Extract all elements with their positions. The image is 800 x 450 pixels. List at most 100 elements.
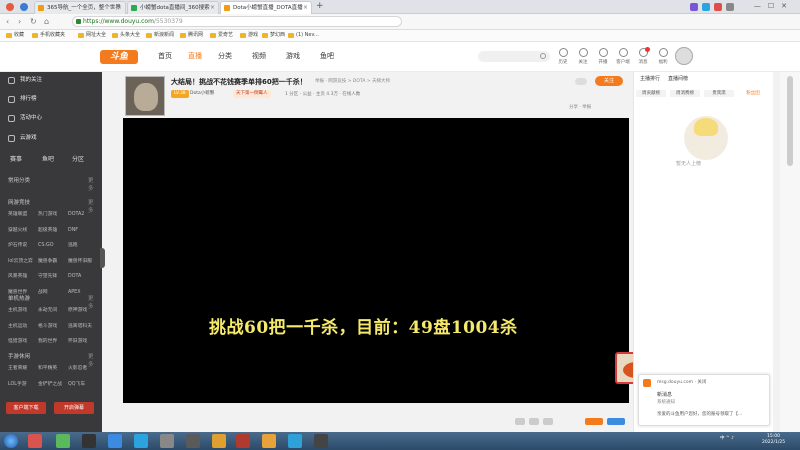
- bookmark-item[interactable]: 收藏: [6, 30, 24, 41]
- gift-icon[interactable]: [543, 418, 553, 425]
- video-player[interactable]: 挑战60把一千杀，目前：49盘1004杀 adie1116: [123, 118, 751, 403]
- category-link[interactable]: 火影忍者: [68, 362, 98, 376]
- category-link[interactable]: CS:GO: [38, 239, 68, 253]
- app-icon[interactable]: [160, 434, 174, 448]
- category-link[interactable]: lol云顶之弈: [8, 255, 38, 269]
- bag-button[interactable]: [607, 418, 625, 425]
- follow-button[interactable]: 关注: [595, 76, 623, 86]
- bookmark-item[interactable]: 爱奇艺: [210, 30, 233, 41]
- category-link[interactable]: LOL手游: [8, 378, 38, 392]
- sidebar-quick-match[interactable]: 赛事: [10, 154, 22, 163]
- category-link[interactable]: 魔兽争霸: [38, 255, 68, 269]
- anchor-name[interactable]: Dota小螃蟹: [187, 90, 217, 98]
- category-link[interactable]: DOTA2: [68, 208, 98, 222]
- app-icon[interactable]: [82, 434, 96, 448]
- category-link[interactable]: DNF: [68, 224, 98, 238]
- rank-subtab[interactable]: 粉丝团: [738, 90, 768, 97]
- category-link[interactable]: 和平精英: [38, 362, 68, 376]
- bookmark-item[interactable]: 梦幻西: [262, 30, 285, 41]
- taskbar-clock[interactable]: 15:00 2022/1/25: [762, 434, 785, 446]
- app-icon[interactable]: [56, 434, 70, 448]
- sidebar-common-header[interactable]: 常用分类 更多: [8, 176, 94, 192]
- nav-home[interactable]: 首页: [158, 51, 172, 61]
- category-link[interactable]: 守望先锋: [38, 270, 68, 284]
- room-category-links[interactable]: 举报 · 网游竞技 > DOTA > 天梯大师: [315, 78, 390, 84]
- sidebar-item-ranking[interactable]: 排行榜: [8, 95, 37, 104]
- category-link[interactable]: 逃离塔科夫: [68, 320, 98, 334]
- category-link[interactable]: 格斗游戏: [38, 320, 68, 334]
- new-tab-button[interactable]: +: [316, 0, 324, 13]
- start-button[interactable]: [4, 434, 18, 448]
- sidebar-more-link[interactable]: 更多: [88, 176, 94, 192]
- extension-icon[interactable]: [726, 3, 734, 11]
- rank-subtab[interactable]: 贵宾席: [704, 90, 734, 97]
- category-link[interactable]: 主机游戏: [8, 304, 38, 318]
- notification-close[interactable]: 关闭: [697, 380, 706, 385]
- bookmark-item[interactable]: 网址大全: [78, 30, 106, 41]
- extension-icon[interactable]: [714, 3, 722, 11]
- category-link[interactable]: 主机运动: [8, 320, 38, 334]
- back-icon[interactable]: ‹: [6, 16, 9, 27]
- extension-icon[interactable]: [702, 3, 710, 11]
- header-gift[interactable]: 福利: [650, 48, 676, 68]
- gift-icon[interactable]: [529, 418, 539, 425]
- room-tools[interactable]: 分享 · 举报: [569, 104, 591, 110]
- extension-icon[interactable]: [690, 3, 698, 11]
- category-link[interactable]: DOTA: [68, 270, 98, 284]
- category-link[interactable]: 我的世界: [38, 335, 68, 349]
- sidebar-item-activity[interactable]: 活动中心: [8, 114, 42, 123]
- browser-notification[interactable]: msg.douyu.com · 关闭 新消息 系统通知 亲爱的斗鱼用户您好，您的…: [638, 374, 770, 426]
- bookmark-item[interactable]: 新浪新闻: [146, 30, 174, 41]
- app-icon[interactable]: [288, 434, 302, 448]
- scrollbar-thumb[interactable]: [787, 76, 793, 166]
- nav-live[interactable]: 直播: [188, 51, 202, 61]
- forward-icon[interactable]: ›: [18, 16, 21, 27]
- category-link[interactable]: QQ飞车: [68, 378, 98, 392]
- search-input[interactable]: [478, 51, 550, 62]
- tab-close-icon[interactable]: ×: [210, 2, 215, 14]
- category-link[interactable]: 永劫无间: [38, 304, 68, 318]
- sidebar-item-cloud-game[interactable]: 云游戏: [8, 134, 37, 143]
- rank-tab[interactable]: 主播排行: [640, 76, 660, 82]
- category-link[interactable]: 怀旧游戏: [68, 335, 98, 349]
- gift-icon[interactable]: [515, 418, 525, 425]
- download-client-button[interactable]: 客户端下载: [6, 402, 46, 414]
- bookmark-item[interactable]: 头条大全: [112, 30, 140, 41]
- tab-close-icon[interactable]: ×: [303, 2, 308, 14]
- user-avatar[interactable]: [675, 47, 693, 65]
- category-link[interactable]: 英雄联盟: [8, 208, 38, 222]
- app-icon[interactable]: [262, 434, 276, 448]
- url-field[interactable]: https://www.douyu.com/5530379: [72, 16, 402, 27]
- category-link[interactable]: 炉石传说: [8, 239, 38, 253]
- sidebar-collapse-handle[interactable]: [100, 248, 105, 268]
- nav-video[interactable]: 视频: [252, 51, 266, 61]
- sidebar-item-follow[interactable]: 我的关注: [8, 76, 42, 85]
- page-scrollbar[interactable]: [780, 72, 800, 432]
- app-icon[interactable]: [212, 434, 226, 448]
- rank-tab[interactable]: 直播间榜: [668, 76, 688, 82]
- bookmark-item[interactable]: 腾讯网: [180, 30, 203, 41]
- browser-tab-2[interactable]: 小螃蟹dota直播间_360搜索 ×: [127, 1, 219, 14]
- anchor-avatar[interactable]: [125, 76, 165, 116]
- app-icon[interactable]: [108, 434, 122, 448]
- browser-menu-icon[interactable]: [20, 3, 28, 11]
- tab-close-icon[interactable]: ×: [117, 2, 122, 14]
- rank-subtab[interactable]: 周消费榜: [670, 90, 700, 97]
- category-link[interactable]: 金铲铲之战: [38, 378, 68, 392]
- home-icon[interactable]: ⌂: [44, 16, 49, 27]
- category-link[interactable]: 风暴英雄: [8, 270, 38, 284]
- category-link[interactable]: 穿越火线: [8, 224, 38, 238]
- category-link[interactable]: 王者荣耀: [8, 362, 38, 376]
- app-icon[interactable]: [28, 434, 42, 448]
- app-icon[interactable]: [314, 434, 328, 448]
- browser-tab-3[interactable]: Dota小螃蟹直播_DOTA直播 ×: [220, 1, 312, 14]
- nav-yuba[interactable]: 鱼吧: [320, 51, 334, 61]
- category-link[interactable]: 原神游戏: [68, 304, 98, 318]
- category-link[interactable]: 热门游戏: [38, 208, 68, 222]
- category-link[interactable]: 怪猎游戏: [8, 335, 38, 349]
- browser-tab-1[interactable]: 365导航_一个全页，整个世界 ×: [34, 1, 126, 14]
- app-icon[interactable]: [236, 434, 250, 448]
- fan-medal[interactable]: 天下第一倒霉人: [233, 90, 271, 98]
- bookmark-item[interactable]: (1) Nev...: [288, 30, 319, 41]
- recharge-button[interactable]: [585, 418, 603, 425]
